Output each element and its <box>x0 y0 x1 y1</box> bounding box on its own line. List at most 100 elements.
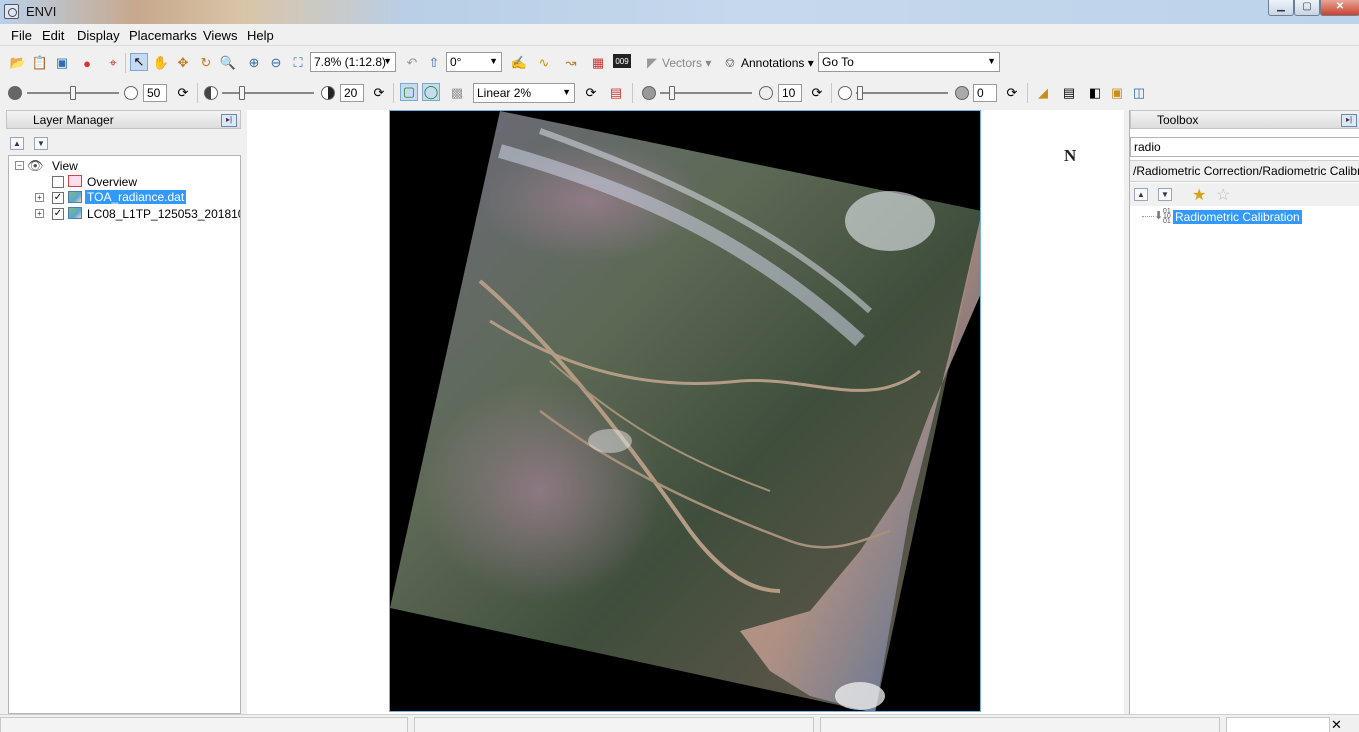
cancel-icon[interactable]: ✕ <box>1331 717 1342 732</box>
refresh-icon[interactable]: ⟳ <box>370 84 388 102</box>
stretch-combo[interactable]: Linear 2% ▼ <box>473 83 575 103</box>
expand-icon[interactable]: + <box>35 193 44 202</box>
toolbar-separator <box>393 83 394 103</box>
tree-connector <box>1142 216 1154 217</box>
zoom-icon[interactable]: 🔍 <box>219 54 237 72</box>
transparency-field[interactable]: 0 <box>973 84 997 102</box>
tree-row-toa-radiance[interactable]: + ✓ TOA_radiance.dat <box>9 190 239 206</box>
zoom-out-icon[interactable]: ⊖ <box>267 54 285 72</box>
expand-icon[interactable]: + <box>35 209 44 218</box>
tree-row-overview[interactable]: Overview <box>9 174 239 190</box>
contrast-slider-track[interactable] <box>222 92 314 94</box>
crosshair-icon[interactable]: ⌖ <box>104 54 122 72</box>
menu-edit[interactable]: Edit <box>42 28 64 43</box>
transparency-slider-thumb[interactable] <box>857 86 863 100</box>
tree-label-lc08: LC08_L1TP_125053_20181031 <box>87 207 241 221</box>
menu-views[interactable]: Views <box>203 28 237 43</box>
minimize-button[interactable]: ▁ <box>1268 0 1294 16</box>
vectors-label: Vectors <box>662 56 703 70</box>
refresh-icon[interactable]: ⟳ <box>808 84 826 102</box>
expand-all-button[interactable]: ▼ <box>34 137 48 150</box>
pan-hand-icon[interactable]: ✋ <box>152 54 170 72</box>
sharpen-slider-thumb[interactable] <box>669 86 675 100</box>
swipe-icon[interactable]: ◫ <box>1130 84 1148 102</box>
collapse-all-button[interactable]: ▲ <box>10 137 24 150</box>
north-up-icon[interactable]: ⇧ <box>425 54 443 72</box>
vector-create-icon[interactable]: ∿ <box>535 54 553 72</box>
contrast-field[interactable]: 20 <box>340 84 364 102</box>
rotate-left-icon[interactable]: ↶ <box>403 54 421 72</box>
zoom-combo[interactable]: 7.8% (1:12.8) ▼ <box>310 52 396 72</box>
dock-panel-icon[interactable]: ▸| <box>1341 114 1357 127</box>
dock-panel-icon[interactable]: ▸| <box>221 114 237 127</box>
image-info-icon[interactable]: ▤ <box>1060 84 1078 102</box>
zoom-value: 7.8% (1:12.8) <box>314 55 387 69</box>
portal-icon[interactable]: ▣ <box>1108 84 1126 102</box>
urban-area <box>588 429 632 453</box>
layer-manager-panel: Layer Manager ▸| ▲ ▼ − 👁 View Overview +… <box>6 110 241 714</box>
overview-checkbox[interactable] <box>52 176 64 188</box>
toa-radiance-checkbox[interactable]: ✓ <box>52 192 64 204</box>
data-manager-icon[interactable]: 📋 <box>31 54 49 72</box>
collapse-icon[interactable]: − <box>15 161 24 170</box>
satellite-image[interactable] <box>390 111 981 712</box>
contrast-slider-thumb[interactable] <box>239 86 245 100</box>
menu-display[interactable]: Display <box>77 28 120 43</box>
sharpen-high-icon <box>759 86 773 100</box>
display-toolbar: 50 ⟳ 20 ⟳ ▢ ◯ ▩ Linear 2% ▼ ⟳ ▤ 10 ⟳ 0 ⟳… <box>0 80 1359 106</box>
maximize-button[interactable]: ▢ <box>1294 0 1320 16</box>
image-frame[interactable] <box>389 110 981 712</box>
measure-icon[interactable]: ◢ <box>1034 84 1052 102</box>
rotate-icon[interactable]: ↻ <box>197 54 215 72</box>
tree-row-radiometric-calibration[interactable]: ⬇ 01 10 01 Radiometric Calibration <box>1130 208 1359 225</box>
toolbox-title-bar: Toolbox ▸| <box>1130 110 1359 129</box>
refresh-icon[interactable]: ⟳ <box>582 84 600 102</box>
sharpen-field[interactable]: 10 <box>778 84 802 102</box>
histogram-icon[interactable]: ▤ <box>607 84 625 102</box>
pixel-value-icon[interactable]: 009 <box>613 54 631 68</box>
remove-favorite-icon[interactable]: ☆ <box>1216 185 1230 205</box>
tree-row-view[interactable]: − 👁 View <box>9 158 239 174</box>
rotation-combo[interactable]: 0° ▼ <box>446 52 502 72</box>
toolbox-search-input[interactable]: radio <box>1130 137 1359 157</box>
stretch-view-icon[interactable]: ▢ <box>400 83 418 101</box>
brightness-slider-thumb[interactable] <box>70 86 76 100</box>
tree-row-lc08[interactable]: + ✓ LC08_L1TP_125053_20181031 <box>9 206 241 222</box>
stretch-data-icon[interactable]: ◯ <box>422 83 440 101</box>
collapse-all-button[interactable]: ▲ <box>1134 188 1148 201</box>
add-favorite-icon[interactable]: ★ <box>1192 185 1206 205</box>
chip-view-icon[interactable]: ▣ <box>53 54 71 72</box>
image-view[interactable]: N <box>247 110 1124 714</box>
overview-icon <box>68 175 82 187</box>
menu-help[interactable]: Help <box>247 28 274 43</box>
fly-icon[interactable]: ✥ <box>174 54 192 72</box>
close-button[interactable]: ✕ <box>1320 0 1359 16</box>
refresh-icon[interactable]: ⟳ <box>174 84 192 102</box>
lc08-checkbox[interactable]: ✓ <box>52 208 64 220</box>
annotations-icon[interactable]: ⎊ <box>721 54 739 72</box>
refresh-icon[interactable]: ⟳ <box>1003 84 1021 102</box>
zoom-full-extent-icon[interactable]: ⛶ <box>289 54 307 72</box>
transparency-slider-track[interactable] <box>856 92 948 94</box>
vertex-edit-icon[interactable]: ↝ <box>562 54 580 72</box>
stretch-type-icon[interactable]: ▩ <box>448 84 466 102</box>
vectors-dropdown[interactable]: Vectors ▾ <box>662 56 711 70</box>
zoom-in-icon[interactable]: ⊕ <box>245 54 263 72</box>
tool-icon: ⬇ <box>1154 210 1164 222</box>
menu-placemarks[interactable]: Placemarks <box>129 28 197 43</box>
placemark-icon[interactable]: ● <box>78 54 96 72</box>
select-cursor-icon[interactable]: ↖ <box>130 53 148 71</box>
menu-file[interactable]: File <box>11 28 32 43</box>
status-pane-left <box>0 717 408 732</box>
toolbox-tree: ⬇ 01 10 01 Radiometric Calibration <box>1130 206 1359 714</box>
status-pane-right <box>820 717 1220 732</box>
open-file-icon[interactable]: 📂 <box>9 54 27 72</box>
brightness-field[interactable]: 50 <box>143 84 167 102</box>
annotations-dropdown[interactable]: Annotations ▾ <box>741 56 814 70</box>
vectors-icon[interactable]: ◤ <box>643 54 661 72</box>
goto-combo[interactable]: Go To ▼ <box>818 52 1000 72</box>
roi-icon[interactable]: ▦ <box>589 54 607 72</box>
layout-icon[interactable]: ◧ <box>1086 84 1104 102</box>
vector-edit-icon[interactable]: ✍ <box>510 54 528 72</box>
expand-all-button[interactable]: ▼ <box>1158 188 1172 201</box>
